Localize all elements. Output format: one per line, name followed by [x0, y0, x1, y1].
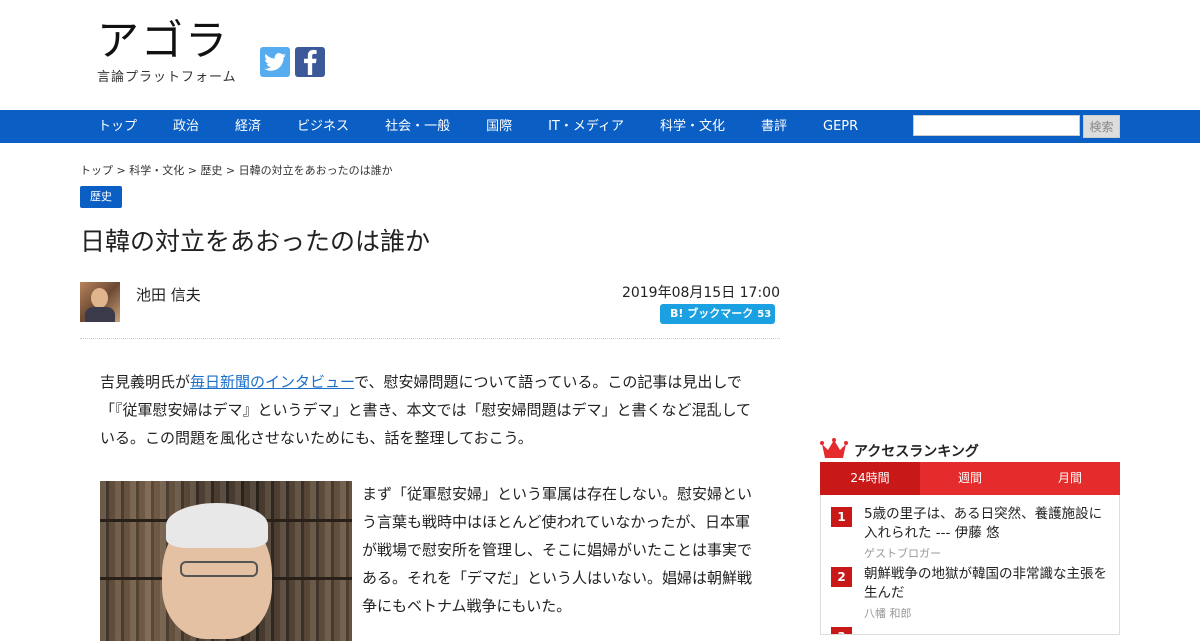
nav-item-politics[interactable]: 政治 [155, 110, 217, 143]
ranking-tabs: 24時間 週間 月間 [820, 462, 1120, 495]
logo-subtitle: 言論プラットフォーム [97, 70, 237, 85]
breadcrumb[interactable]: トップ > 科学・文化 > 歴史 > 日韓の対立をあおったのは誰か [80, 162, 393, 178]
twitter-icon[interactable] [260, 47, 290, 77]
crown-icon [820, 438, 848, 464]
p1-text-before: 吉見義明氏が [100, 373, 191, 391]
ranking-title: アクセスランキング [854, 444, 979, 460]
article-photo [100, 481, 352, 641]
rank-title[interactable]: 5歳の里子は、ある日突然、養護施設に入れられた --- 伊藤 悠 [864, 505, 1114, 543]
author-name[interactable]: 池田 信夫 [136, 284, 201, 305]
rank-title[interactable]: 朝鮮戦争の地獄が韓国の非常識な主張を生んだ [864, 565, 1114, 603]
site-header: アゴラ 言論プラットフォーム [0, 0, 1200, 110]
avatar-face [91, 288, 108, 308]
bookmark-label: B! ブックマーク [670, 307, 754, 320]
article-paragraph-1: 吉見義明氏が毎日新聞のインタビューで、慰安婦問題について語っている。この記事は見… [100, 368, 760, 452]
author-avatar[interactable] [80, 282, 120, 322]
search-input[interactable] [913, 115, 1080, 136]
nav-item-science-culture[interactable]: 科学・文化 [642, 110, 743, 143]
category-tag[interactable]: 歴史 [80, 186, 122, 208]
ranking-list: 1 5歳の里子は、ある日突然、養護施設に入れられた --- 伊藤 悠 ゲストブロ… [820, 495, 1120, 635]
tab-monthly[interactable]: 月間 [1020, 462, 1120, 495]
social-links [260, 47, 325, 77]
photo-person-hair [166, 503, 268, 548]
rank-author: 八幡 和郎 [864, 607, 912, 620]
nav-item-society[interactable]: 社会・一般 [367, 110, 468, 143]
photo-person-glasses [180, 561, 258, 577]
logo-title: アゴラ [97, 16, 230, 65]
avatar-shirt [85, 307, 115, 322]
tab-24h[interactable]: 24時間 [820, 462, 920, 495]
mainichi-interview-link[interactable]: 毎日新聞のインタビュー [190, 373, 354, 391]
header-divider [80, 338, 780, 339]
nav-item-top[interactable]: トップ [80, 110, 155, 143]
nav-item-book-review[interactable]: 書評 [743, 110, 805, 143]
article-paragraph-2: まず「従軍慰安婦」という軍属は存在しない。慰安婦という言葉も戦時中はほとんど使わ… [362, 485, 753, 615]
hatena-bookmark-button[interactable]: B! ブックマーク 53 [660, 304, 775, 324]
facebook-icon[interactable] [295, 47, 325, 77]
site-logo[interactable]: アゴラ 言論プラットフォーム [97, 16, 237, 86]
nav-item-international[interactable]: 国際 [468, 110, 530, 143]
ranking-header: アクセスランキング [820, 438, 979, 464]
publish-date: 2019年08月15日 17:00 [621, 285, 780, 301]
rank-author: ゲストブロガー [864, 547, 941, 560]
nav-item-it-media[interactable]: IT・メディア [530, 110, 642, 143]
rank-number: 3 [831, 627, 852, 634]
bookmark-count: 53 [757, 309, 772, 320]
rank-number: 1 [831, 507, 852, 527]
article-title: 日韓の対立をあおったのは誰か [80, 227, 431, 256]
nav-item-business[interactable]: ビジネス [279, 110, 367, 143]
search-button[interactable]: 検索 [1083, 115, 1120, 138]
rank-number: 2 [831, 567, 852, 587]
nav-item-gepr[interactable]: GEPR [805, 110, 876, 143]
nav-item-economy[interactable]: 経済 [217, 110, 279, 143]
tab-weekly[interactable]: 週間 [920, 462, 1020, 495]
